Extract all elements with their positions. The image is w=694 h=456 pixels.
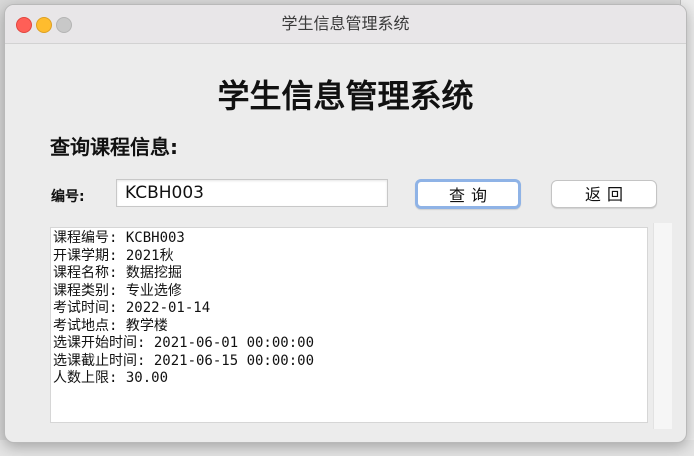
section-title: 查询课程信息: <box>50 135 178 159</box>
result-line-semester: 开课学期: 2021秋 <box>53 247 174 264</box>
course-id-input[interactable] <box>116 179 388 207</box>
result-line-course-type: 课程类别: 专业选修 <box>53 282 182 299</box>
result-line-selection-start: 选课开始时间: 2021-06-01 00:00:00 <box>53 335 315 351</box>
back-button[interactable]: 返回 <box>551 180 657 208</box>
title-bar: 学生信息管理系统 <box>5 5 686 44</box>
course-id-label: 编号: <box>51 189 85 205</box>
result-line-exam-location: 考试地点: 教学楼 <box>53 317 168 334</box>
result-line-selection-end: 选课截止时间: 2021-06-15 00:00:00 <box>53 352 315 369</box>
query-button[interactable]: 查询 <box>415 179 521 209</box>
app-window: 学生信息管理系统 学生信息管理系统 查询课程信息: 编号: 查询 返回 课程编号… <box>4 4 687 443</box>
result-line-exam-time: 考试时间: 2022-01-14 <box>53 300 211 316</box>
zoom-window-button[interactable] <box>56 17 72 33</box>
result-line-capacity: 人数上限: 30.00 <box>53 370 169 386</box>
close-window-button[interactable] <box>16 17 32 33</box>
minimize-window-button[interactable] <box>36 17 52 33</box>
result-scrollbar[interactable] <box>653 223 672 429</box>
page-heading: 学生信息管理系统 <box>217 77 474 115</box>
result-line-course-name: 课程名称: 数据挖掘 <box>53 265 182 281</box>
result-text-area[interactable]: 课程编号: KCBH003 开课学期: 2021秋 课程名称: 数据挖掘 课程类… <box>50 227 648 423</box>
result-line-course-id: 课程编号: KCBH003 <box>53 230 185 246</box>
window-title: 学生信息管理系统 <box>281 14 410 33</box>
